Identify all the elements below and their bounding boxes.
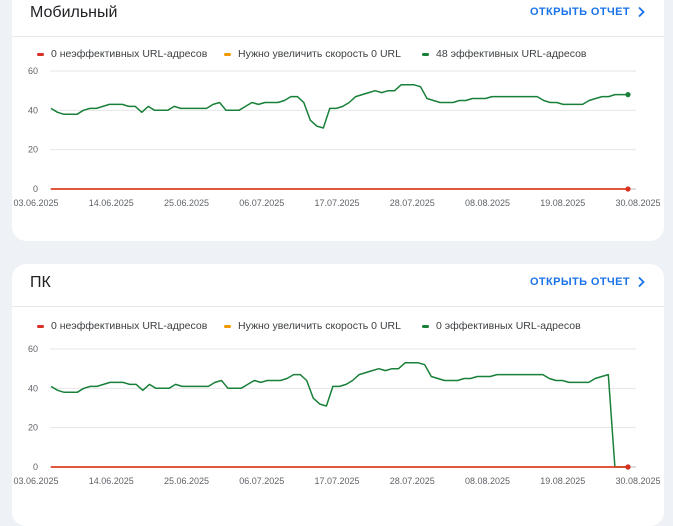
series-good-line [50,362,628,468]
legend-label: 0 неэффективных URL-адресов [51,320,208,332]
legend-swatch [37,52,44,56]
legend-swatch [224,324,231,328]
desktop-card: ПК ОТКРЫТЬ ОТЧЕТ 0 неэффективных URL-адр… [12,264,664,526]
card-title: Мобильный [30,4,118,21]
x-tick-label: 28.07.2025 [390,198,435,208]
mobile-card: Мобильный ОТКРЫТЬ ОТЧЕТ 0 неэффективных … [12,0,664,241]
y-tick-label: 20 [28,145,38,155]
legend-item-poor[interactable]: 0 неэффективных URL-адресов [37,48,207,60]
x-tick-label: 14.06.2025 [89,476,134,486]
x-tick-label: 06.07.2025 [239,476,284,486]
legend-label: 0 неэффективных URL-адресов [51,48,208,60]
card-title: ПК [30,274,51,291]
x-tick-label: 17.07.2025 [314,476,359,486]
x-tick-label: 17.07.2025 [314,198,359,208]
x-tick-label: 19.08.2025 [540,476,585,486]
legend-label: Нужно увеличить скорость 0 URL [238,320,401,332]
y-tick-label: 0 [33,462,38,472]
legend-item-needs-improvement[interactable]: Нужно увеличить скорость 0 URL [224,320,401,332]
legend-item-poor[interactable]: 0 неэффективных URL-адресов [37,320,207,332]
series-good-end-point[interactable] [625,92,631,98]
x-tick-label: 14.06.2025 [89,198,134,208]
card-header: ПК ОТКРЫТЬ ОТЧЕТ [12,270,664,300]
chart-legend: 0 неэффективных URL-адресов Нужно увелич… [24,320,652,336]
open-report-link[interactable]: ОТКРЫТЬ ОТЧЕТ [530,276,646,288]
x-tick-label: 19.08.2025 [540,198,585,208]
legend-label: 0 эффективных URL-адресов [436,320,581,332]
x-tick-label: 25.06.2025 [164,198,209,208]
y-tick-label: 40 [28,105,38,115]
y-tick-label: 20 [28,423,38,433]
x-tick-label: 03.06.2025 [13,198,58,208]
legend-item-needs-improvement[interactable]: Нужно увеличить скорость 0 URL [224,48,401,60]
chevron-right-icon [638,6,645,18]
legend-item-good[interactable]: 0 эффективных URL-адресов [422,320,581,332]
card-header: Мобильный ОТКРЫТЬ ОТЧЕТ [12,0,664,30]
x-tick-label: 03.06.2025 [13,476,58,486]
y-tick-label: 40 [28,383,38,393]
open-report-link[interactable]: ОТКРЫТЬ ОТЧЕТ [530,6,646,18]
series-poor-end-point[interactable] [625,186,631,192]
open-report-label: ОТКРЫТЬ ОТЧЕТ [529,276,630,288]
y-tick-label: 60 [28,66,38,76]
x-tick-label: 30.08.2025 [615,198,660,208]
mobile-line-chart: 0 20 40 60 03.06.2025 14.06.2025 25.06.2025 06.… [13,66,660,208]
desktop-line-chart: 0 20 40 60 03.06.2025 14.06.2025 25.06.2025 06.… [13,344,660,486]
x-tick-label: 28.07.2025 [390,476,435,486]
x-tick-label: 06.07.2025 [239,198,284,208]
divider [12,36,664,37]
chevron-right-icon [638,276,645,288]
series-good-line [50,84,628,129]
x-tick-label: 30.08.2025 [615,476,660,486]
legend-swatch [422,324,429,328]
legend-item-good[interactable]: 48 эффективных URL-адресов [422,48,586,60]
divider [12,306,664,307]
x-tick-label: 08.08.2025 [465,476,510,486]
open-report-label: ОТКРЫТЬ ОТЧЕТ [529,6,630,18]
legend-swatch [422,52,429,56]
legend-swatch [37,324,44,328]
chart-legend: 0 неэффективных URL-адресов Нужно увелич… [24,48,652,64]
legend-label: 48 эффективных URL-адресов [436,48,587,60]
x-tick-label: 25.06.2025 [164,476,209,486]
x-tick-label: 08.08.2025 [465,198,510,208]
y-tick-label: 0 [33,184,38,194]
legend-label: Нужно увеличить скорость 0 URL [238,48,401,60]
y-tick-label: 60 [28,344,38,354]
series-poor-end-point[interactable] [625,464,631,470]
legend-swatch [224,52,231,56]
